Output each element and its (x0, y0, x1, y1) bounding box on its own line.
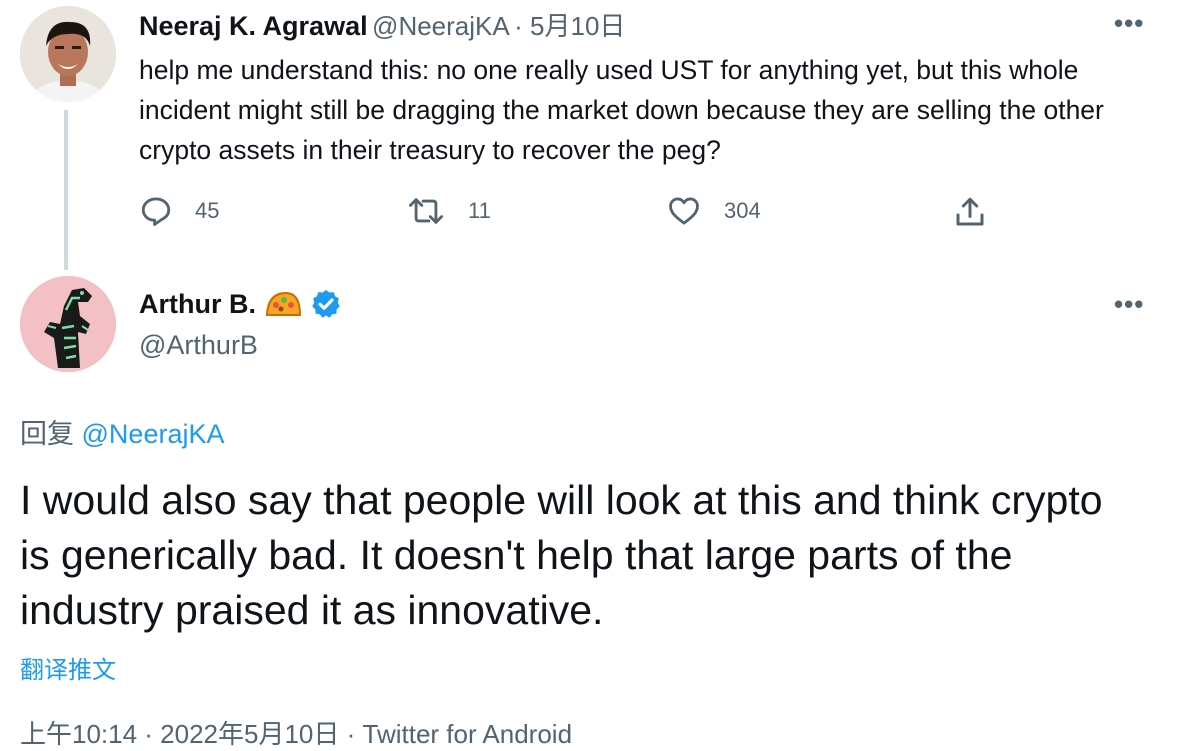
like-icon (669, 197, 699, 225)
parent-tweet-text: help me understand this: no one really u… (139, 55, 1104, 165)
like-action[interactable]: 304 (666, 194, 761, 228)
share-action[interactable] (952, 194, 988, 230)
replying-to-line: 回复 @NeerajKA (20, 412, 224, 451)
translate-tweet-link[interactable]: 翻译推文 (20, 650, 116, 685)
main-author-avatar[interactable] (20, 276, 116, 372)
main-author-handle[interactable]: @ArthurB (139, 330, 258, 361)
retweet-count: 11 (468, 198, 491, 223)
parent-author-handle[interactable]: @NeerajKA (372, 11, 510, 41)
reply-action[interactable]: 45 (139, 194, 219, 228)
thread-connector-line (64, 110, 68, 270)
verified-badge-icon (312, 290, 340, 318)
parent-more-options-button[interactable]: ••• (1114, 8, 1144, 39)
reply-to-handle-link[interactable]: @NeerajKA (82, 419, 225, 449)
parent-tweet-header: Neeraj K. Agrawal @NeerajKA · 5月10日 (139, 6, 625, 43)
avatar-godzilla (20, 276, 116, 372)
avatar-portrait (20, 6, 116, 102)
parent-tweet-date[interactable]: · 5月10日 (514, 11, 625, 41)
parent-author-name[interactable]: Neeraj K. Agrawal (139, 11, 368, 41)
share-icon (956, 197, 984, 226)
main-tweet-author-line: Arthur B. (139, 288, 342, 320)
main-author-name[interactable]: Arthur B. (139, 289, 256, 320)
retweet-icon (409, 198, 444, 224)
main-more-options-button[interactable]: ••• (1114, 289, 1144, 320)
tweet-timestamp-source[interactable]: 上午10:14 · 2022年5月10日 · Twitter for Andro… (20, 714, 572, 751)
taco-emoji-icon (265, 291, 302, 316)
retweet-action[interactable]: 11 (406, 194, 491, 228)
like-count: 304 (724, 198, 761, 223)
reply-count: 45 (195, 198, 220, 223)
parent-author-avatar[interactable] (20, 6, 116, 102)
reply-prefix: 回复 (20, 419, 74, 449)
reply-icon (141, 197, 171, 226)
main-tweet-text: I would also say that people will look a… (20, 477, 1103, 633)
